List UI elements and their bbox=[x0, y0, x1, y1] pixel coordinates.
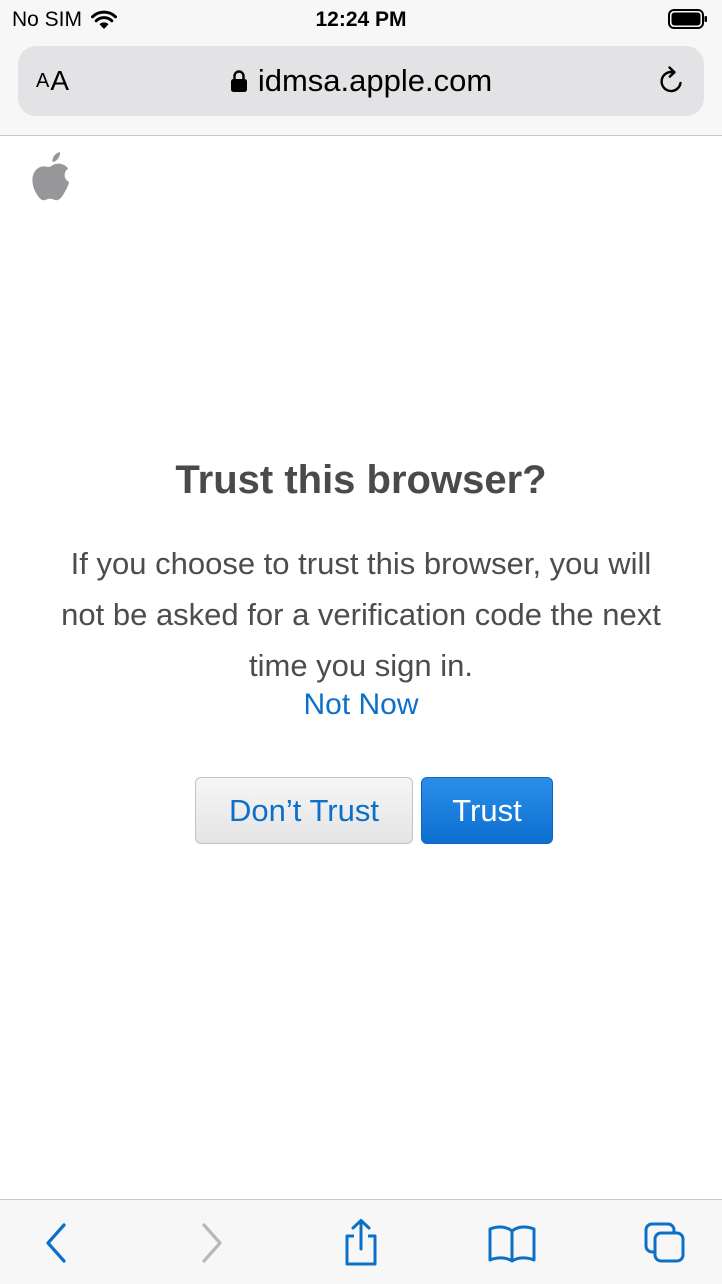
tabs-icon bbox=[644, 1222, 685, 1263]
share-button[interactable] bbox=[336, 1218, 386, 1268]
battery-icon bbox=[668, 9, 707, 29]
browser-top-chrome: No SIM 12:24 PM AA idmsa.apple.com bbox=[0, 0, 722, 136]
reload-icon[interactable] bbox=[656, 65, 688, 97]
status-time: 12:24 PM bbox=[315, 8, 407, 31]
tabs-button[interactable] bbox=[640, 1218, 690, 1268]
dialog-message: If you choose to trust this browser, you… bbox=[61, 546, 661, 683]
apple-logo-icon bbox=[32, 152, 70, 201]
url-text: idmsa.apple.com bbox=[257, 63, 493, 98]
address-bar[interactable]: AA idmsa.apple.com bbox=[18, 46, 704, 116]
forward-icon bbox=[202, 1223, 222, 1263]
forward-button[interactable] bbox=[186, 1218, 236, 1268]
back-icon bbox=[46, 1223, 66, 1263]
dont-trust-button[interactable]: Don’t Trust bbox=[195, 777, 413, 844]
bookmarks-icon bbox=[488, 1225, 536, 1263]
share-icon bbox=[345, 1219, 377, 1266]
status-bar: No SIM 12:24 PM bbox=[0, 0, 722, 40]
trust-button[interactable]: Trust bbox=[421, 777, 553, 844]
browser-toolbar bbox=[0, 1199, 722, 1284]
url-display[interactable]: idmsa.apple.com bbox=[18, 46, 704, 116]
lock-icon bbox=[230, 70, 247, 92]
back-button[interactable] bbox=[32, 1218, 82, 1268]
dialog-title: Trust this browser? bbox=[175, 458, 547, 502]
bookmarks-button[interactable] bbox=[487, 1218, 537, 1268]
not-now-link[interactable]: Not Now bbox=[0, 688, 722, 722]
